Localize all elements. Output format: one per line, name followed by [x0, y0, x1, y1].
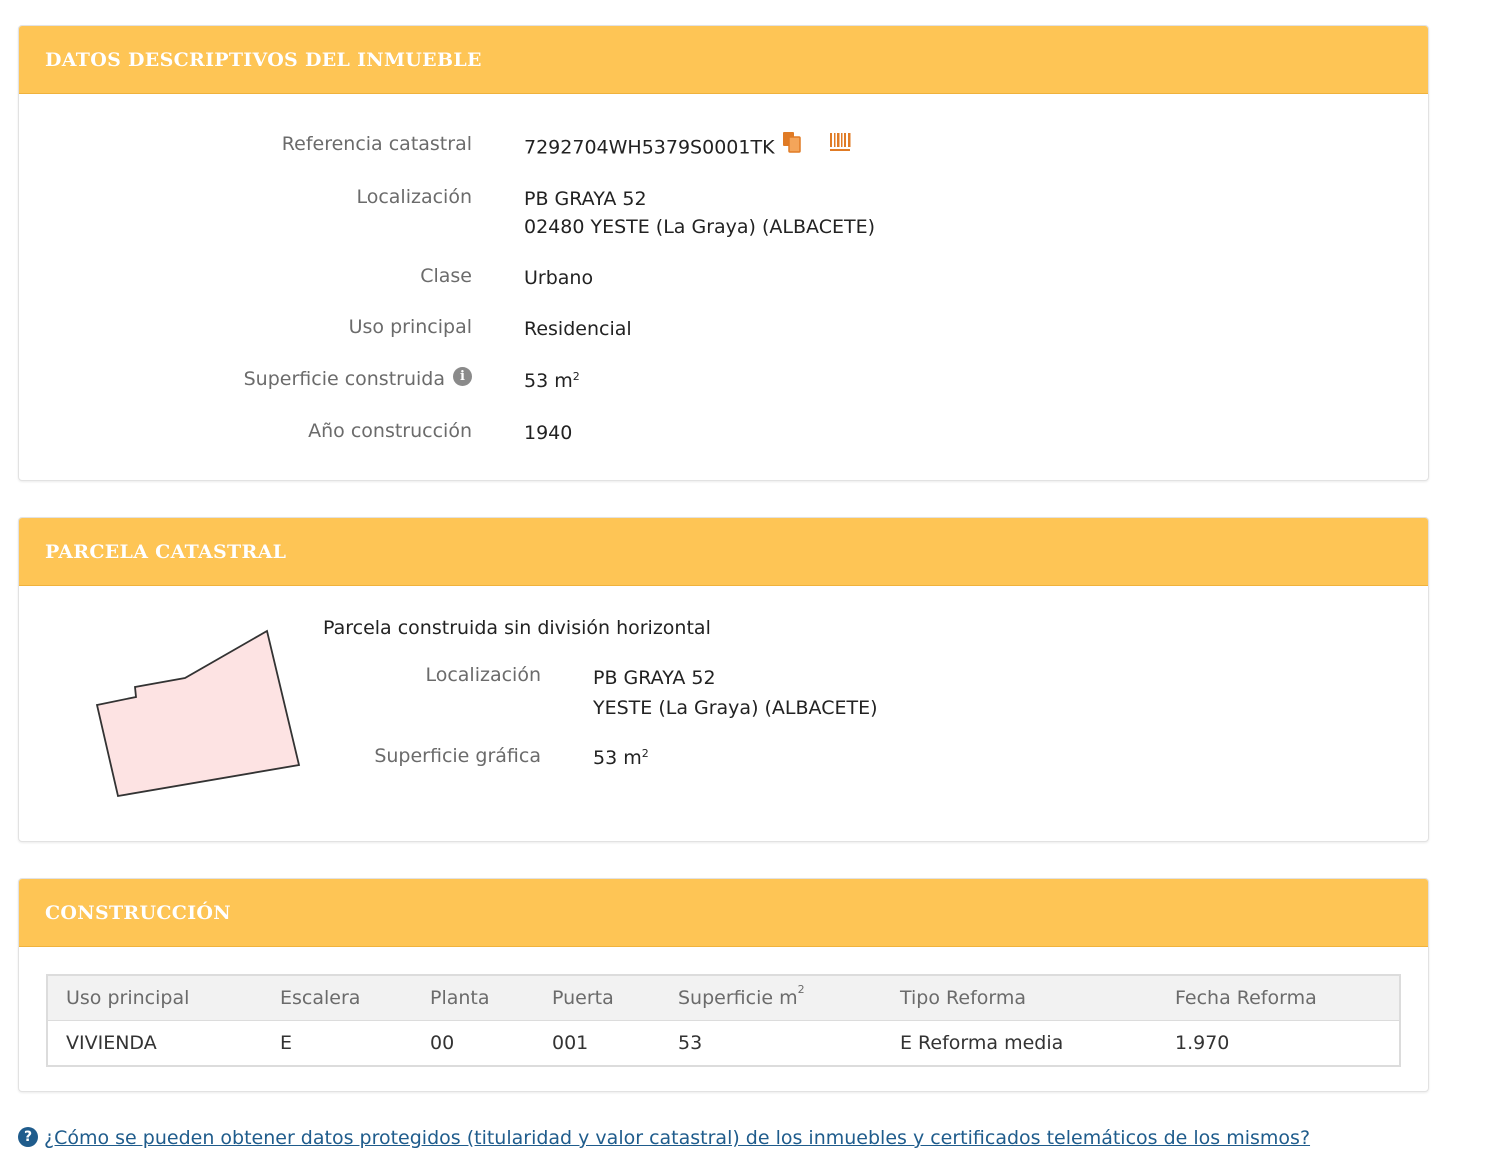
anio-label: Año construcción: [308, 420, 472, 442]
cell-tipo-reforma: E Reforma media: [900, 1032, 1064, 1054]
cell-uso-principal: VIVIENDA: [66, 1032, 157, 1054]
parcela-panel: PARCELA CATASTRAL Parcela construida sin…: [18, 517, 1429, 842]
construccion-table: Uso principal Escalera Planta Puerta Sup…: [46, 974, 1401, 1067]
table-row: VIVIENDA E 00 001 53 E Reforma media 1.9…: [47, 1021, 1400, 1067]
col-tipo-reforma: Tipo Reforma: [882, 975, 1157, 1021]
parcela-localizacion-line2: YESTE (La Graya) (ALBACETE): [593, 697, 878, 719]
col-fecha-reforma: Fecha Reforma: [1157, 975, 1400, 1021]
superficie-value: 53 m2: [524, 367, 580, 395]
cell-superficie: 53: [678, 1032, 703, 1054]
cell-fecha-reforma: 1.970: [1175, 1032, 1230, 1054]
info-icon[interactable]: i: [453, 367, 472, 386]
col-superficie-text: Superficie m: [678, 987, 798, 1009]
question-icon: ?: [18, 1126, 38, 1147]
localizacion-value: PB GRAYA 52 02480 YESTE (La Graya) (ALBA…: [524, 185, 875, 241]
col-superficie: Superficie m2: [660, 975, 882, 1021]
col-planta: Planta: [412, 975, 534, 1021]
col-superficie-sup: 2: [797, 983, 805, 996]
construccion-panel-title: CONSTRUCCIÓN: [45, 901, 231, 924]
superficie-label-text: Superficie construida: [243, 368, 445, 390]
parcela-shape[interactable]: [89, 623, 319, 813]
localizacion-label: Localización: [356, 186, 472, 208]
superficie-label: Superficie construida i: [243, 367, 472, 390]
barcode-icon[interactable]: [829, 131, 853, 161]
cell-escalera: E: [280, 1032, 293, 1054]
superficie-value-text: 53 m: [524, 370, 573, 392]
uso-value: Residencial: [524, 318, 632, 340]
clase-value: Urbano: [524, 267, 594, 289]
col-uso-principal: Uso principal: [47, 975, 262, 1021]
help-link[interactable]: ¿Cómo se pueden obtener datos protegidos…: [44, 1127, 1310, 1149]
localizacion-line1: PB GRAYA 52: [524, 188, 647, 210]
construccion-panel: CONSTRUCCIÓN Uso principal Escalera Plan…: [18, 878, 1429, 1092]
parcela-superficie-sup: 2: [641, 747, 649, 760]
col-escalera: Escalera: [262, 975, 412, 1021]
anio-value: 1940: [524, 422, 573, 444]
construccion-panel-header: CONSTRUCCIÓN: [19, 879, 1428, 947]
parcela-localizacion-label: Localización: [425, 664, 541, 686]
help-link-row: ? ¿Cómo se pueden obtener datos protegido…: [18, 1126, 1310, 1149]
cell-puerta: 001: [552, 1032, 589, 1054]
inmueble-panel: DATOS DESCRIPTIVOS DEL INMUEBLE Referenc…: [18, 25, 1429, 481]
clase-label: Clase: [420, 265, 472, 287]
referencia-label: Referencia catastral: [281, 133, 472, 155]
parcela-panel-header: PARCELA CATASTRAL: [19, 518, 1428, 586]
localizacion-line2: 02480 YESTE (La Graya) (ALBACETE): [524, 216, 875, 238]
referencia-value: 7292704WH5379S0001TK: [524, 132, 853, 164]
referencia-text: 7292704WH5379S0001TK: [524, 136, 775, 159]
col-puerta: Puerta: [534, 975, 660, 1021]
superficie-unit-sup: 2: [572, 370, 580, 383]
parcela-localizacion-line1: PB GRAYA 52: [593, 667, 716, 689]
parcela-superficie-label: Superficie gráfica: [374, 745, 541, 767]
parcela-localizacion-value: PB GRAYA 52 YESTE (La Graya) (ALBACETE): [593, 663, 878, 723]
parcela-superficie-value: 53 m2: [593, 744, 649, 772]
inmueble-panel-title: DATOS DESCRIPTIVOS DEL INMUEBLE: [45, 48, 482, 71]
parcela-panel-title: PARCELA CATASTRAL: [45, 540, 287, 563]
inmueble-panel-header: DATOS DESCRIPTIVOS DEL INMUEBLE: [19, 26, 1428, 94]
uso-label: Uso principal: [348, 316, 472, 338]
copy-icon[interactable]: [781, 130, 803, 162]
parcela-description: Parcela construida sin división horizont…: [323, 617, 711, 639]
table-header-row: Uso principal Escalera Planta Puerta Sup…: [47, 975, 1400, 1021]
cell-planta: 00: [430, 1032, 455, 1054]
parcela-superficie-text: 53 m: [593, 747, 642, 769]
